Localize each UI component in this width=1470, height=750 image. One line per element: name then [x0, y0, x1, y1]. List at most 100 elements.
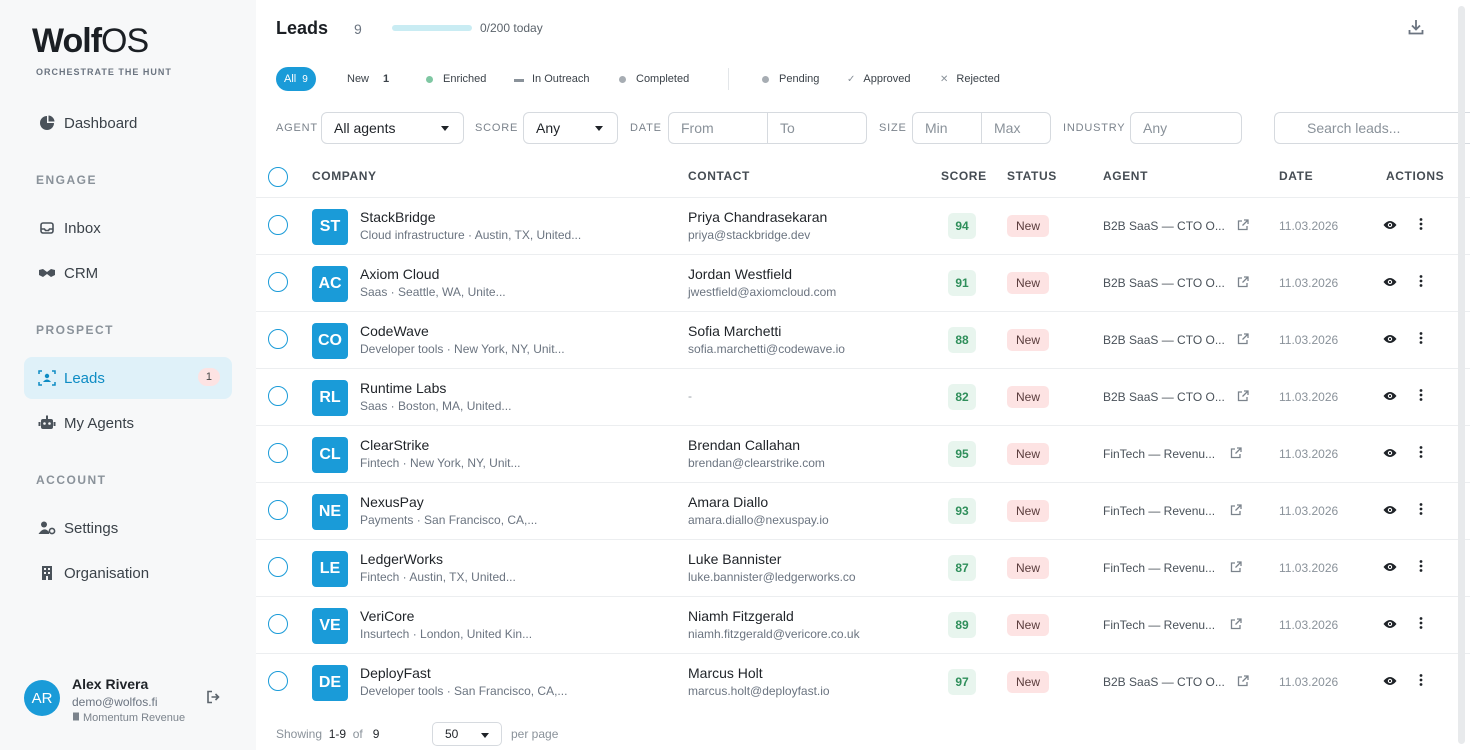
table-row[interactable]: LE LedgerWorks Fintech · Austin, TX, Unite… — [256, 539, 1470, 596]
external-link-icon[interactable] — [1237, 218, 1249, 236]
eye-icon[interactable] — [1383, 446, 1397, 464]
contact-email[interactable]: jwestfield@axiomcloud.com — [688, 285, 836, 299]
tab-new[interactable]: New 1 — [347, 67, 389, 91]
external-link-icon[interactable] — [1237, 389, 1249, 407]
external-link-icon[interactable] — [1230, 617, 1242, 635]
company-name[interactable]: NexusPay — [360, 494, 424, 510]
eye-icon[interactable] — [1383, 674, 1397, 692]
column-header-status[interactable]: STATUS — [1007, 169, 1057, 183]
company-name[interactable]: Runtime Labs — [360, 380, 446, 396]
more-options-icon[interactable] — [1419, 217, 1423, 236]
company-name[interactable]: StackBridge — [360, 209, 435, 225]
table-row[interactable]: CL ClearStrike Fintech · New York, NY, Uni… — [256, 425, 1470, 482]
row-checkbox[interactable] — [268, 386, 288, 406]
size-max-input[interactable]: Max — [981, 113, 1050, 143]
contact-name[interactable]: Brendan Callahan — [688, 437, 800, 453]
page-scrollbar[interactable] — [1458, 6, 1465, 744]
more-options-icon[interactable] — [1419, 331, 1423, 350]
external-link-icon[interactable] — [1230, 560, 1242, 578]
contact-name[interactable]: Niamh Fitzgerald — [688, 608, 794, 624]
brand-logo[interactable]: WolfOS — [32, 22, 149, 61]
row-checkbox[interactable] — [268, 215, 288, 235]
more-options-icon[interactable] — [1419, 559, 1423, 578]
external-link-icon[interactable] — [1237, 275, 1249, 293]
more-options-icon[interactable] — [1419, 445, 1423, 464]
sidebar-item-crm[interactable]: CRM — [24, 252, 232, 294]
eye-icon[interactable] — [1383, 275, 1397, 293]
row-checkbox[interactable] — [268, 500, 288, 520]
column-header-agent[interactable]: AGENT — [1103, 169, 1148, 183]
table-row[interactable]: CO CodeWave Developer tools · New York, NY… — [256, 311, 1470, 368]
date-from-input[interactable]: From — [669, 113, 767, 143]
more-options-icon[interactable] — [1419, 616, 1423, 635]
company-name[interactable]: DeployFast — [360, 665, 431, 681]
eye-icon[interactable] — [1383, 389, 1397, 407]
contact-name[interactable]: Jordan Westfield — [688, 266, 792, 282]
column-header-date[interactable]: DATE — [1279, 169, 1313, 183]
sidebar-item-organisation[interactable]: Organisation — [24, 552, 232, 594]
row-checkbox[interactable] — [268, 614, 288, 634]
eye-icon[interactable] — [1383, 503, 1397, 521]
column-header-contact[interactable]: CONTACT — [688, 169, 750, 183]
table-row[interactable]: RL Runtime Labs Saas · Boston, MA, United.… — [256, 368, 1470, 425]
contact-email[interactable]: sofia.marchetti@codewave.io — [688, 342, 845, 356]
sidebar-item-my-agents[interactable]: My Agents — [24, 402, 232, 444]
contact-name[interactable]: Luke Bannister — [688, 551, 781, 567]
column-header-score[interactable]: SCORE — [941, 169, 987, 183]
contact-email[interactable]: niamh.fitzgerald@vericore.co.uk — [688, 627, 860, 641]
contact-email[interactable]: amara.diallo@nexuspay.io — [688, 513, 829, 527]
tab-in-outreach[interactable]: ▬ In Outreach — [514, 67, 589, 91]
date-to-input[interactable]: To — [767, 113, 866, 143]
company-name[interactable]: ClearStrike — [360, 437, 429, 453]
external-link-icon[interactable] — [1230, 503, 1242, 521]
industry-input[interactable]: Any — [1130, 112, 1242, 144]
avatar[interactable]: AR — [24, 680, 60, 716]
more-options-icon[interactable] — [1419, 388, 1423, 407]
sidebar-item-settings[interactable]: Settings — [24, 507, 232, 549]
column-header-company[interactable]: COMPANY — [312, 169, 377, 183]
table-row[interactable]: AC Axiom Cloud Saas · Seattle, WA, Unite..… — [256, 254, 1470, 311]
tab-approved[interactable]: ✓ Approved — [847, 67, 910, 91]
external-link-icon[interactable] — [1237, 674, 1249, 692]
row-checkbox[interactable] — [268, 671, 288, 691]
external-link-icon[interactable] — [1230, 446, 1242, 464]
tab-pending[interactable]: Pending — [762, 67, 819, 91]
contact-email[interactable]: priya@stackbridge.dev — [688, 228, 810, 242]
row-checkbox[interactable] — [268, 557, 288, 577]
size-min-input[interactable]: Min — [913, 113, 981, 143]
more-options-icon[interactable] — [1419, 673, 1423, 692]
more-options-icon[interactable] — [1419, 502, 1423, 521]
search-input[interactable]: Search leads... — [1274, 112, 1470, 144]
per-page-select[interactable]: 50 — [432, 722, 502, 746]
agent-select[interactable]: All agents — [321, 112, 464, 144]
contact-name[interactable]: Marcus Holt — [688, 665, 763, 681]
external-link-icon[interactable] — [1237, 332, 1249, 350]
select-all-checkbox[interactable] — [268, 167, 288, 187]
more-options-icon[interactable] — [1419, 274, 1423, 293]
contact-email[interactable]: luke.bannister@ledgerworks.co — [688, 570, 856, 584]
contact-name[interactable]: Sofia Marchetti — [688, 323, 781, 339]
table-row[interactable]: VE VeriCore Insurtech · London, United Kin… — [256, 596, 1470, 653]
tab-all[interactable]: All 9 — [276, 67, 316, 91]
tab-completed[interactable]: Completed — [619, 67, 689, 91]
row-checkbox[interactable] — [268, 443, 288, 463]
tab-rejected[interactable]: ✕ Rejected — [940, 67, 1000, 91]
sidebar-item-inbox[interactable]: Inbox — [24, 207, 232, 249]
score-select[interactable]: Any — [523, 112, 618, 144]
sidebar-item-dashboard[interactable]: Dashboard — [24, 102, 232, 144]
download-icon[interactable] — [1408, 19, 1424, 40]
row-checkbox[interactable] — [268, 272, 288, 292]
contact-email[interactable]: marcus.holt@deployfast.io — [688, 684, 830, 698]
eye-icon[interactable] — [1383, 617, 1397, 635]
table-row[interactable]: ST StackBridge Cloud infrastructure · Aust… — [256, 197, 1470, 254]
contact-email[interactable]: brendan@clearstrike.com — [688, 456, 825, 470]
row-checkbox[interactable] — [268, 329, 288, 349]
contact-name[interactable]: Priya Chandrasekaran — [688, 209, 827, 225]
company-name[interactable]: VeriCore — [360, 608, 414, 624]
logout-icon[interactable] — [206, 690, 220, 709]
eye-icon[interactable] — [1383, 218, 1397, 236]
contact-name[interactable]: Amara Diallo — [688, 494, 768, 510]
company-name[interactable]: Axiom Cloud — [360, 266, 439, 282]
eye-icon[interactable] — [1383, 332, 1397, 350]
company-name[interactable]: CodeWave — [360, 323, 429, 339]
